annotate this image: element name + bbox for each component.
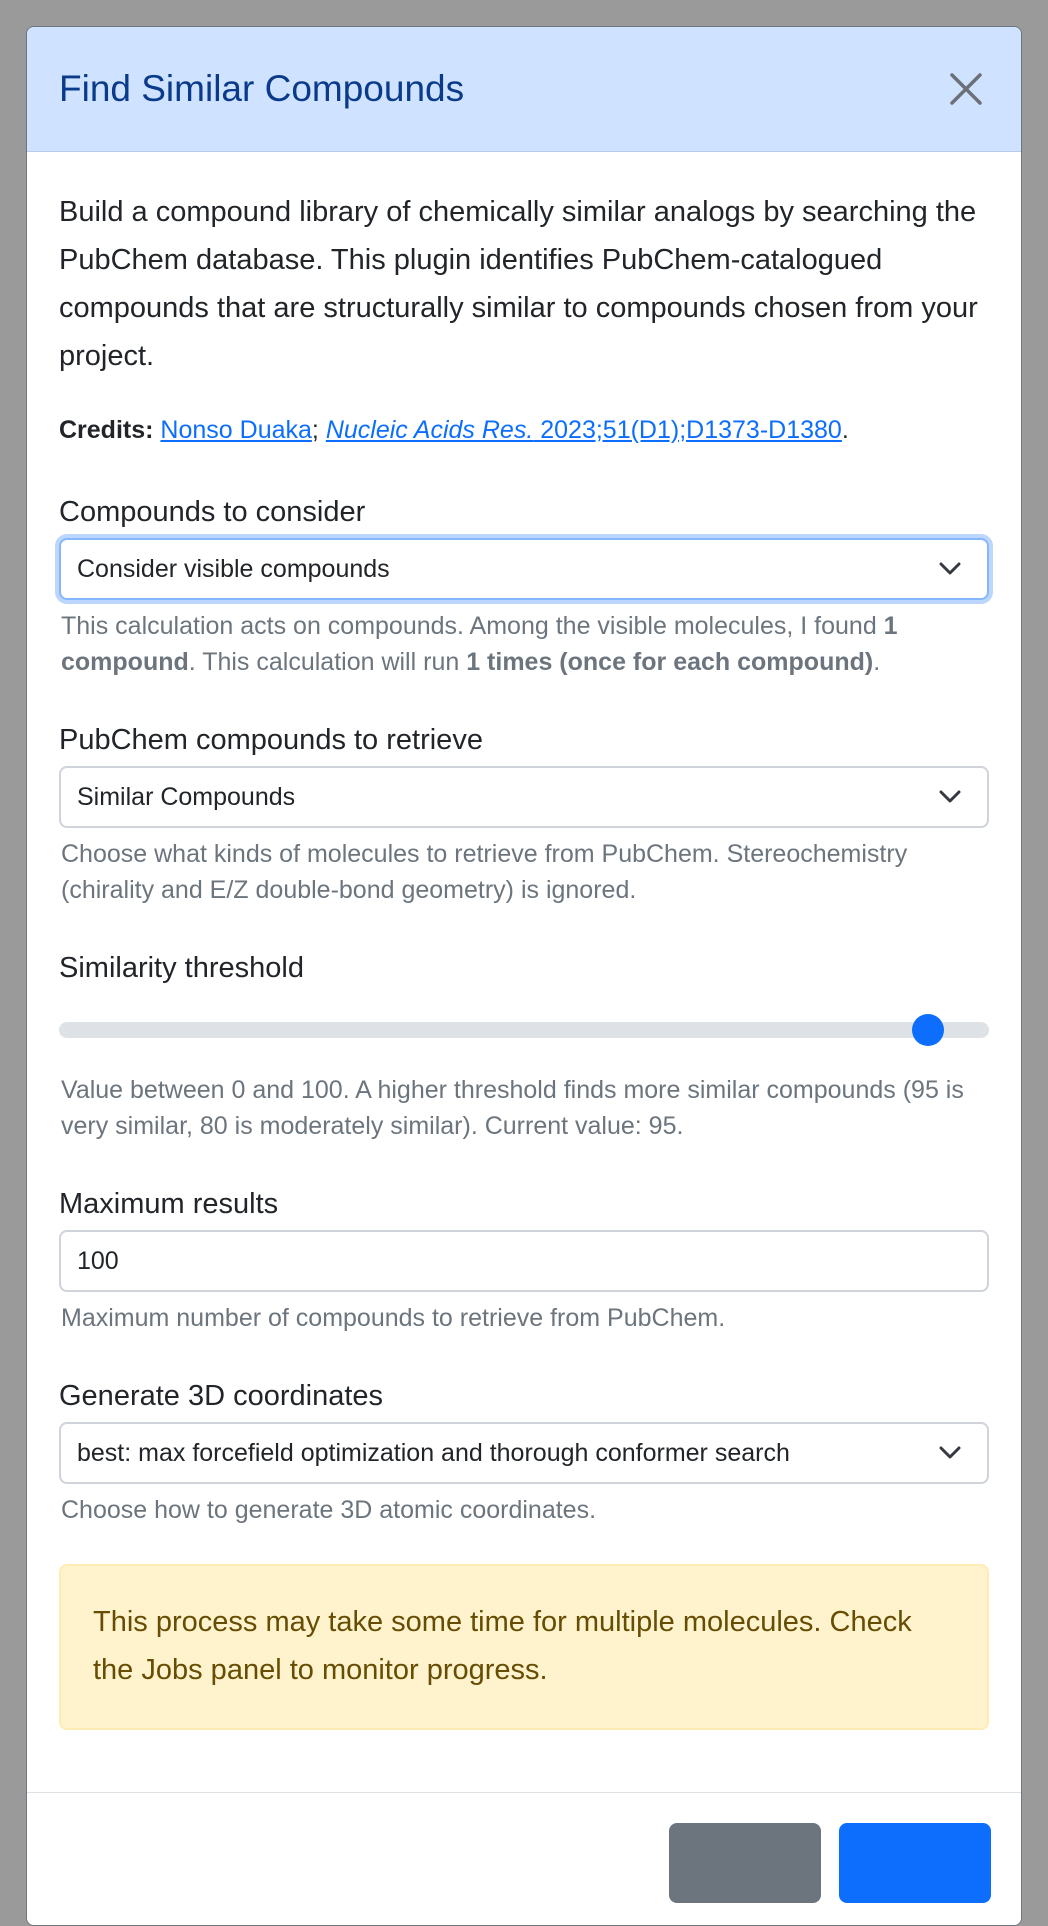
chevron-down-icon [939,790,961,803]
ok-button[interactable] [839,1823,991,1903]
coords-value: best: max forcefield optimization and th… [77,1438,790,1467]
credits: Credits: Nonso Duaka; Nucleic Acids Res.… [59,412,989,448]
find-similar-compounds-dialog: Find Similar Compounds Build a compound … [26,26,1022,1926]
coords-label: Generate 3D coordinates [59,1380,384,1412]
coords-field: Generate 3D coordinates best: max forcef… [59,1376,989,1528]
retrieve-value: Similar Compounds [77,782,296,811]
credits-end: . [841,416,849,444]
dialog-title: Find Similar Compounds [59,68,465,109]
retrieve-label: PubChem compounds to retrieve [59,724,483,756]
journal-name: Nucleic Acids Res. [325,416,534,444]
close-icon [950,73,982,105]
close-button[interactable] [941,64,991,114]
chevron-down-icon [939,1446,961,1459]
compounds-to-consider-help: This calculation acts on compounds. Amon… [61,612,898,676]
warning-alert: This process may take some time for mult… [59,1564,989,1730]
slider-thumb[interactable] [912,1014,945,1046]
chevron-down-icon [939,562,961,575]
intro-text: Build a compound library of chemically s… [59,196,978,372]
slider-track [59,1022,989,1038]
dialog-footer [27,1792,1021,1925]
max-results-help: Maximum number of compounds to retrieve … [61,1304,726,1332]
author-link[interactable]: Nonso Duaka [160,416,311,444]
journal-citation: 2023;51(D1);D1373-D1380 [533,416,842,444]
cancel-button[interactable] [669,1823,821,1903]
credits-separator: ; [311,416,319,444]
max-results-label: Maximum results [59,1188,279,1220]
dialog-header: Find Similar Compounds [27,27,1021,152]
compounds-to-consider-field: Compounds to consider Consider visible c… [59,492,989,680]
compounds-to-consider-value: Consider visible compounds [77,554,390,583]
max-results-value: 100 [77,1246,119,1275]
coords-select[interactable]: best: max forcefield optimization and th… [59,1422,989,1484]
max-results-field: Maximum results 100 Maximum number of co… [59,1184,989,1336]
dialog-body: Build a compound library of chemically s… [27,152,1021,1730]
credits-label: Credits: [59,416,154,444]
retrieve-field: PubChem compounds to retrieve Similar Co… [59,720,989,908]
coords-help: Choose how to generate 3D atomic coordin… [61,1496,597,1524]
similarity-field: Similarity threshold Value between 0 and… [59,948,989,1144]
similarity-slider[interactable] [59,1010,989,1050]
similarity-label: Similarity threshold [59,952,304,984]
compounds-to-consider-label: Compounds to consider [59,496,366,528]
journal-link[interactable]: Nucleic Acids Res. 2023;51(D1);D1373-D13… [326,416,842,444]
compounds-to-consider-select[interactable]: Consider visible compounds [59,538,989,600]
retrieve-help: Choose what kinds of molecules to retrie… [61,840,908,904]
retrieve-select[interactable]: Similar Compounds [59,766,989,828]
max-results-input[interactable]: 100 [59,1230,989,1292]
similarity-help: Value between 0 and 100. A higher thresh… [61,1076,964,1140]
